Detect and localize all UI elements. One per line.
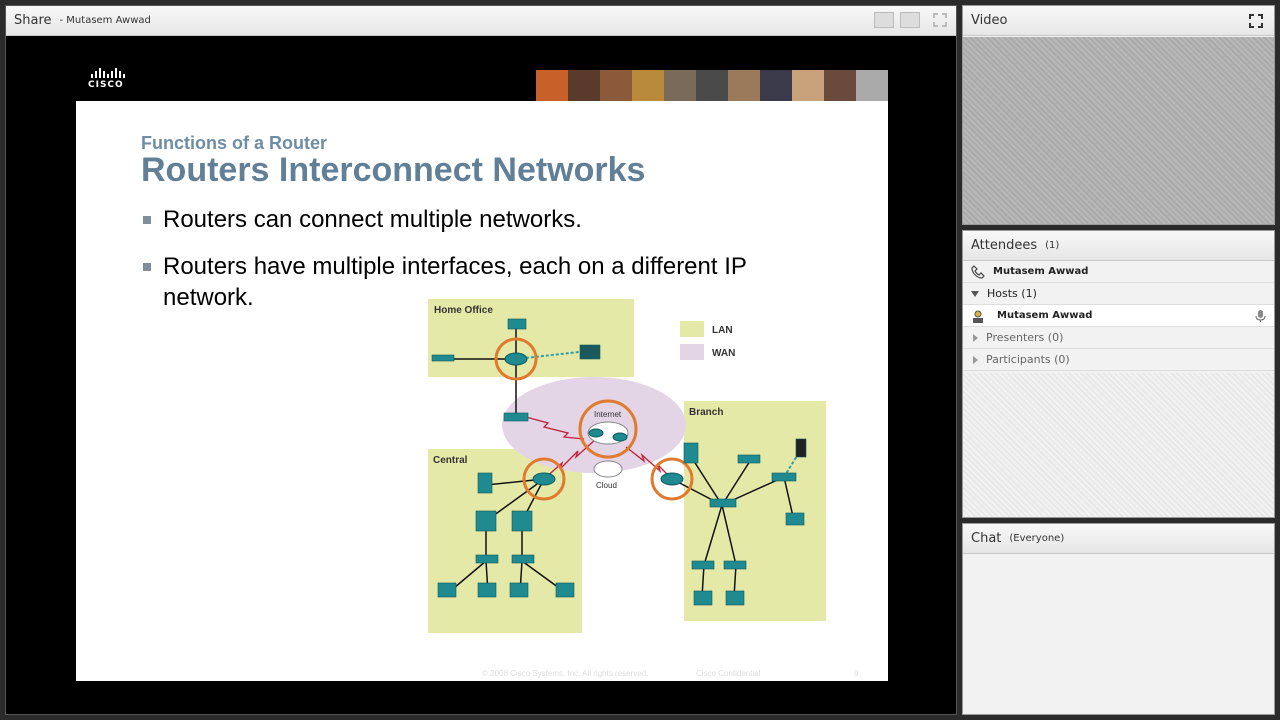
switch-icon: [511, 554, 535, 564]
slide-page-number: 9: [854, 669, 859, 678]
phone-icon: [971, 264, 985, 279]
bullet-item: Routers can connect multiple networks.: [141, 204, 821, 235]
chat-messages: [963, 555, 1274, 714]
home-office-label: Home Office: [434, 305, 493, 316]
expand-icon[interactable]: [973, 355, 978, 364]
legend-lan-swatch: [680, 321, 704, 337]
switch-icon: [475, 554, 499, 564]
phone-icon: [795, 438, 807, 458]
pc-icon: [555, 582, 575, 598]
bullet-text: Routers can connect multiple networks.: [163, 206, 582, 233]
presenters-group[interactable]: Presenters (0): [963, 327, 1274, 349]
video-title: Video: [971, 13, 1008, 28]
branch-lan: [684, 401, 826, 621]
participants-label: Participants (0): [986, 353, 1070, 366]
legend-lan-label: LAN: [712, 325, 733, 336]
pc-icon: [437, 582, 457, 598]
network-diagram: LAN WAN Home Office Central Branch Inter…: [428, 299, 826, 633]
video-panel: Video: [962, 5, 1275, 225]
router-icon: [588, 428, 604, 438]
bullet-marker: [143, 263, 151, 271]
expand-icon[interactable]: [973, 333, 978, 342]
wireless-ap-icon: [771, 472, 797, 482]
attendees-panel: Attendees (1) Mutasem Awwad Hosts (1) Mu…: [962, 230, 1275, 518]
chat-panel: Chat (Everyone): [962, 523, 1275, 715]
host-user-icon: [973, 310, 983, 323]
collapse-icon[interactable]: [971, 290, 979, 297]
fullscreen-icon[interactable]: [932, 12, 948, 28]
switch-icon: [709, 498, 737, 508]
cisco-logo-text: CISCO: [88, 80, 124, 90]
switch-icon: [475, 510, 497, 532]
video-area: [963, 37, 1274, 224]
server-icon: [477, 472, 493, 494]
share-panel: Share - Mutasem Awwad CISCO Functions of…: [5, 5, 957, 715]
slide: Functions of a Router Routers Interconne…: [76, 101, 888, 681]
chat-scope[interactable]: (Everyone): [1009, 533, 1064, 544]
participants-group[interactable]: Participants (0): [963, 349, 1274, 371]
router-icon: [504, 352, 528, 366]
laptop-icon: [785, 512, 805, 526]
slide-title: Routers Interconnect Networks: [141, 151, 646, 189]
router-icon: [612, 432, 628, 442]
modem-icon: [503, 412, 529, 422]
slide-confidential: Cisco Confidential: [696, 669, 761, 678]
printer-icon: [737, 454, 761, 464]
switch-icon: [511, 510, 533, 532]
attendees-empty-area: [963, 373, 1274, 517]
pc-icon: [477, 582, 497, 598]
cloud-label: Cloud: [596, 481, 617, 490]
server-icon: [683, 442, 699, 464]
printer-icon: [431, 354, 455, 362]
attendee-name: Mutasem Awwad: [993, 266, 1089, 277]
monitor-icon: [579, 344, 601, 360]
slide-copyright: © 2008 Cisco Systems, Inc. All rights re…: [482, 669, 649, 678]
fit-page-button[interactable]: [900, 12, 920, 28]
attendees-header: Attendees (1): [963, 231, 1274, 261]
share-title: Share: [14, 13, 52, 28]
central-label: Central: [433, 455, 468, 466]
switch-icon: [691, 560, 715, 570]
internet-label: Internet: [594, 410, 622, 419]
chat-title: Chat: [971, 531, 1002, 546]
laptop-icon: [507, 318, 527, 330]
pc-icon: [693, 590, 713, 606]
video-header: Video: [963, 6, 1274, 36]
fit-width-button[interactable]: [874, 12, 894, 28]
router-icon: [660, 472, 684, 486]
host-name: Mutasem Awwad: [997, 310, 1093, 321]
host-row[interactable]: Mutasem Awwad: [963, 305, 1274, 327]
pc-icon: [509, 582, 529, 598]
chat-header: Chat (Everyone): [963, 524, 1274, 554]
cisco-logo-icon: [91, 68, 125, 78]
central-lan: [428, 449, 582, 633]
slide-banner: CISCO: [76, 46, 888, 106]
microphone-icon[interactable]: [1254, 309, 1268, 323]
presenter-name: - Mutasem Awwad: [59, 15, 151, 26]
share-header: Share - Mutasem Awwad: [6, 6, 956, 36]
pc-icon: [725, 590, 745, 606]
hosts-group[interactable]: Hosts (1): [963, 283, 1274, 305]
legend-wan-swatch: [680, 344, 704, 360]
attendees-title: Attendees: [971, 238, 1038, 253]
router-icon: [532, 472, 556, 486]
hosts-label: Hosts (1): [987, 287, 1037, 300]
bullet-marker: [143, 216, 151, 224]
attendees-count: (1): [1045, 240, 1060, 251]
branch-label: Branch: [689, 407, 723, 418]
legend-wan-label: WAN: [712, 348, 735, 359]
fullscreen-icon[interactable]: [1248, 13, 1264, 29]
attendee-self[interactable]: Mutasem Awwad: [963, 261, 1274, 283]
switch-icon: [723, 560, 747, 570]
presenters-label: Presenters (0): [986, 331, 1064, 344]
